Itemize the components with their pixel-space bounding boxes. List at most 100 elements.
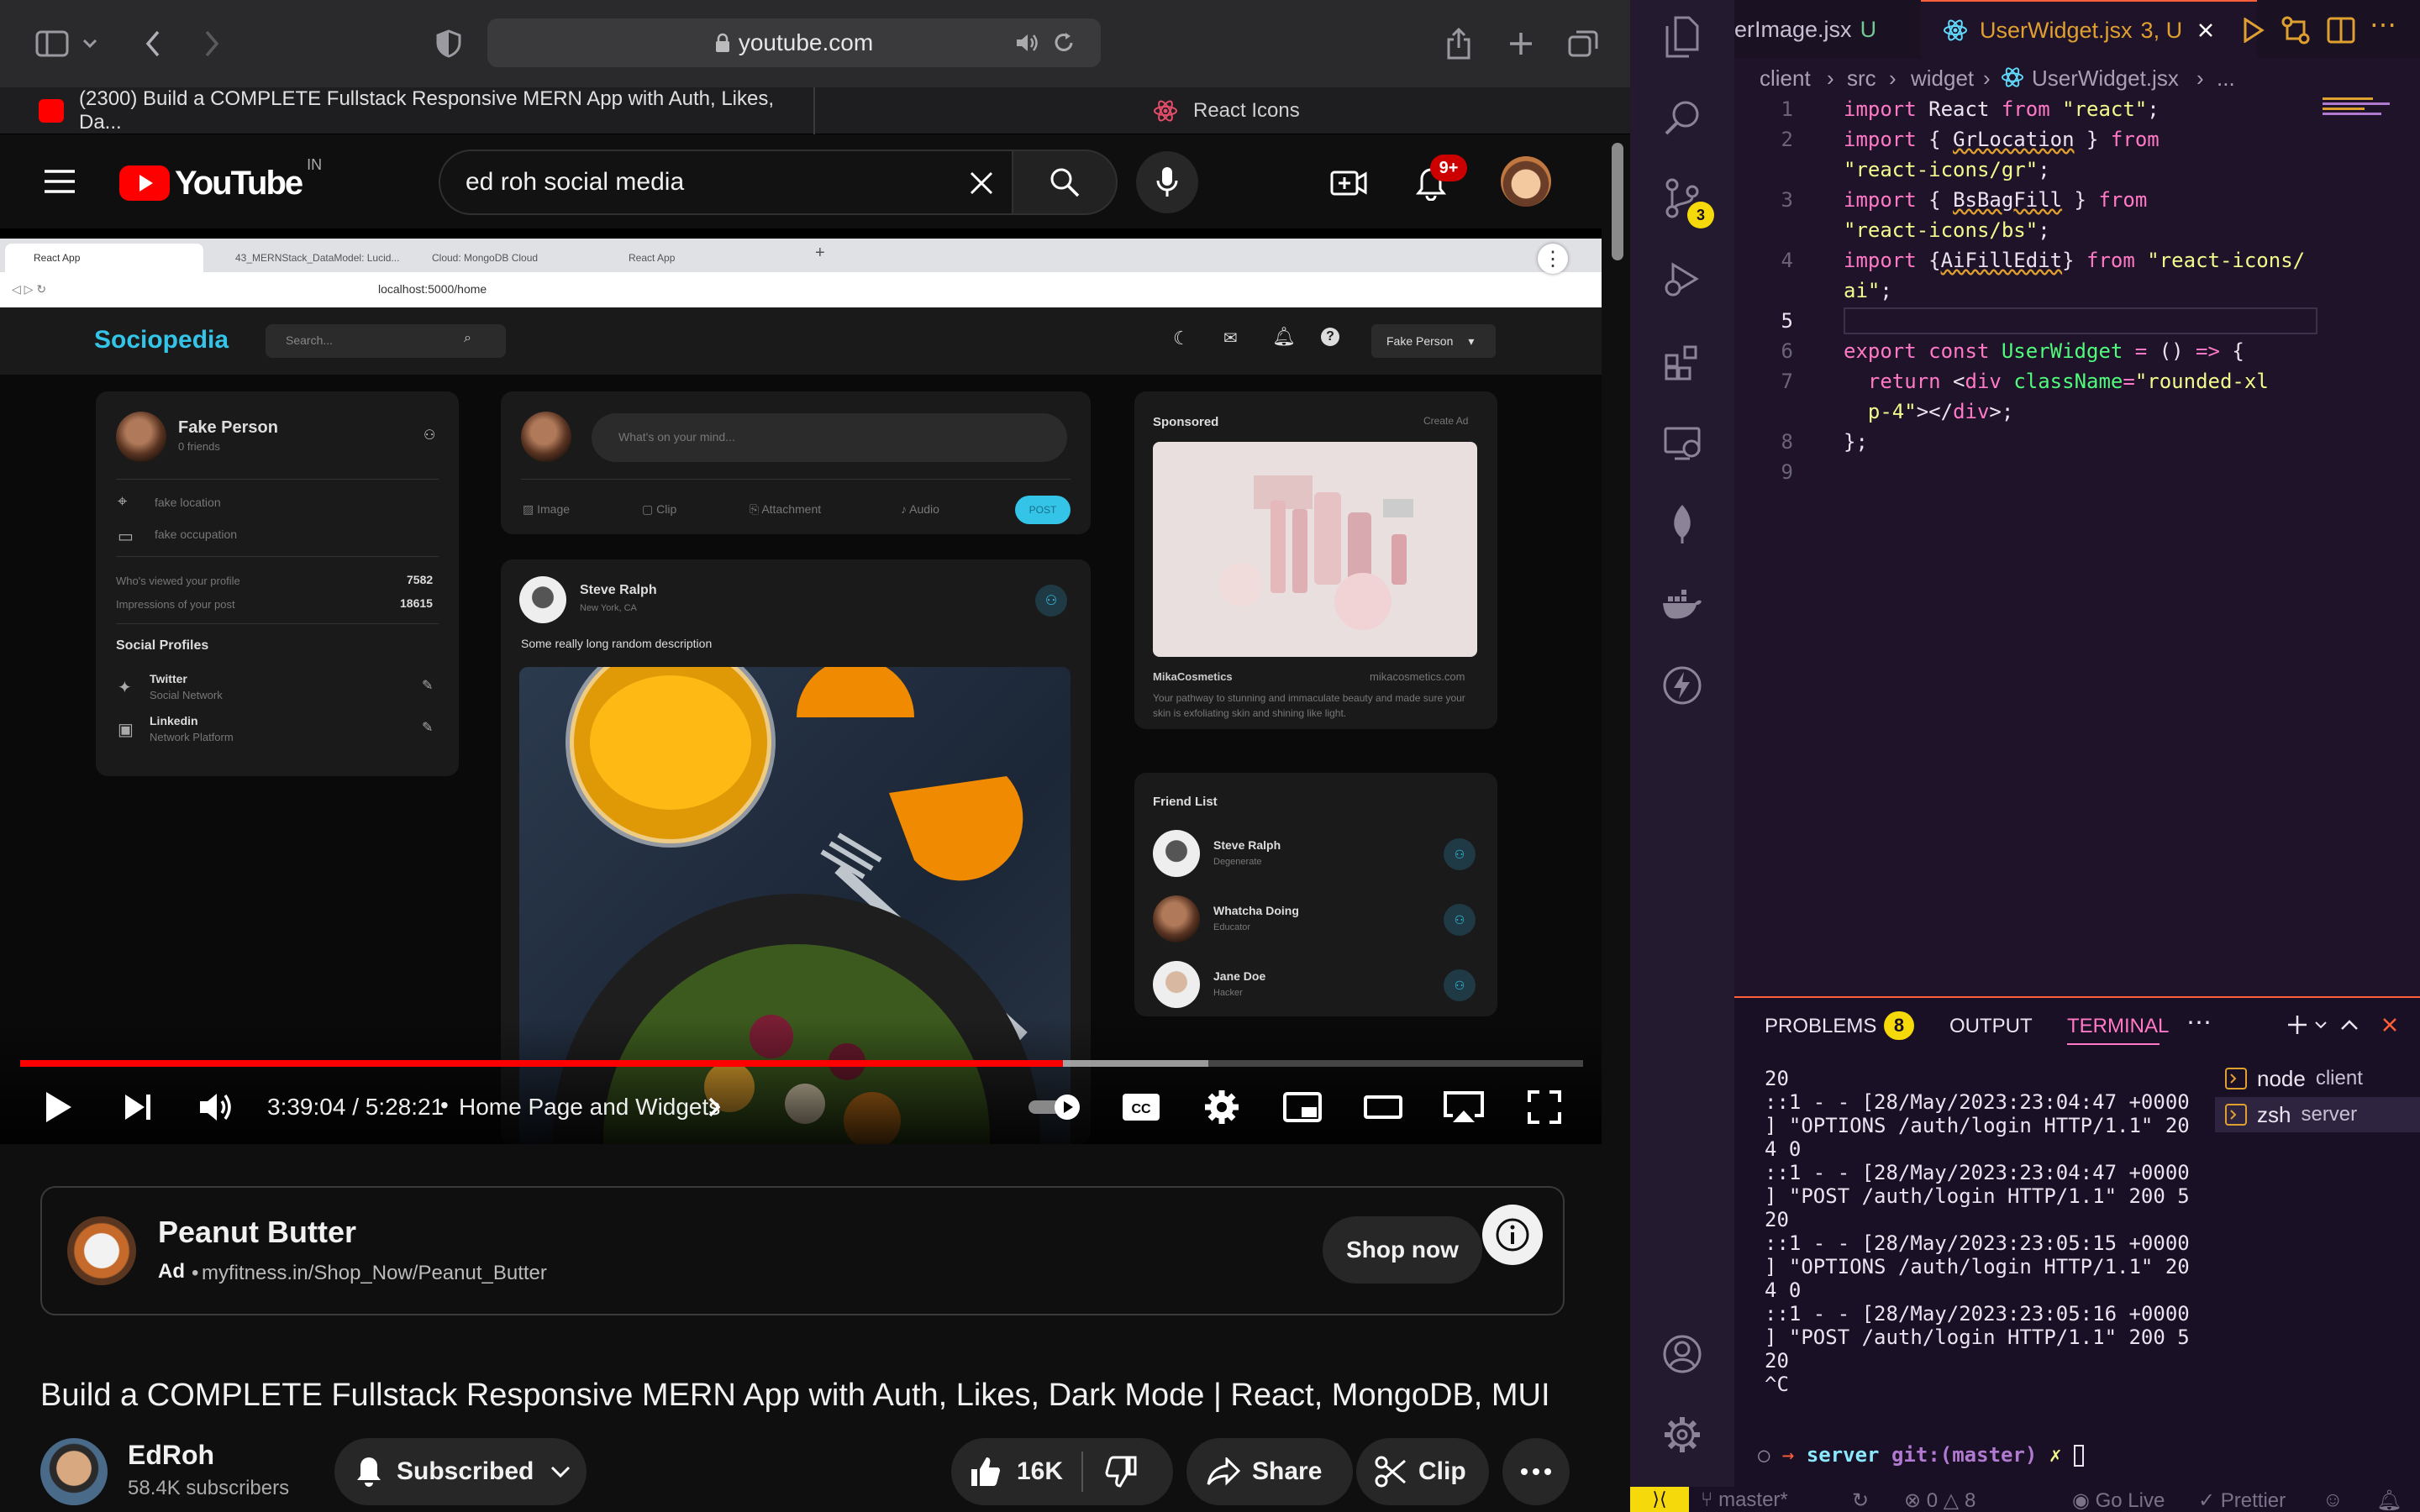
split-editor-icon[interactable] xyxy=(2324,13,2358,47)
panel-more-icon[interactable]: ⋯ xyxy=(2186,1008,2212,1037)
address-bar[interactable]: youtube.com xyxy=(487,18,1101,67)
youtube-logo[interactable]: YouTube IN xyxy=(119,156,322,207)
tab-overview-icon[interactable] xyxy=(1561,22,1605,66)
airplay-icon[interactable] xyxy=(1437,1080,1491,1134)
tab-erimage[interactable]: erImage.jsx U xyxy=(1734,0,1921,59)
feedback-icon[interactable]: ☺ xyxy=(2323,1488,2344,1512)
mongodb-leaf-icon[interactable] xyxy=(1652,494,1712,554)
code-editor[interactable]: 1 import React from "react"; 2 import { … xyxy=(1734,94,2323,564)
search-button[interactable] xyxy=(1012,150,1118,215)
go-live-button[interactable]: ◉ Go Live xyxy=(2072,1488,2165,1512)
run-debug-icon[interactable] xyxy=(1652,249,1712,309)
run-file-icon[interactable] xyxy=(2238,15,2269,45)
chevron-down-icon[interactable] xyxy=(2312,1016,2329,1033)
prettier-status[interactable]: ✓ Prettier xyxy=(2198,1488,2286,1512)
ad-card[interactable]: Peanut Butter Ad • myfitness.in/Shop_Now… xyxy=(40,1186,1565,1315)
tab-youtube[interactable]: (2300) Build a COMPLETE Fullstack Respon… xyxy=(39,87,812,134)
close-panel-icon[interactable] xyxy=(2378,1013,2402,1037)
tab-react-icons[interactable]: React Icons xyxy=(1153,87,1489,134)
fullscreen-icon[interactable] xyxy=(1518,1080,1571,1134)
notifications-icon[interactable]: 🔔︎ xyxy=(2376,1488,2402,1512)
page-scrollbar-thumb[interactable] xyxy=(1612,143,1623,260)
search-input[interactable]: ed roh social media xyxy=(466,168,684,197)
remote-indicator-icon[interactable]: ⟩⟨ xyxy=(1630,1487,1689,1512)
minimap[interactable] xyxy=(2323,94,2403,128)
settings-gear-icon[interactable] xyxy=(1195,1080,1249,1134)
shield-icon[interactable] xyxy=(427,22,471,66)
tab-terminal[interactable]: TERMINAL xyxy=(2067,1015,2169,1038)
code-line: ai"; xyxy=(1844,279,1892,302)
back-icon[interactable] xyxy=(131,22,175,66)
clip-button[interactable]: Clip xyxy=(1356,1438,1489,1505)
more-actions-button[interactable] xyxy=(1502,1438,1570,1505)
extensions-icon[interactable] xyxy=(1652,333,1712,393)
next-video-icon[interactable] xyxy=(111,1080,165,1134)
tab-userwidget[interactable]: UserWidget.jsx 3, U xyxy=(1921,0,2257,59)
app-help-icon: ? xyxy=(1321,328,1339,346)
sidebar-toggle-icon[interactable] xyxy=(30,22,74,66)
ad-title[interactable]: Peanut Butter xyxy=(158,1215,356,1250)
chapter-title[interactable]: Home Page and Widgets xyxy=(459,1094,720,1121)
video-more-options-icon[interactable]: ⋮ xyxy=(1538,244,1568,274)
search-icon[interactable] xyxy=(1652,87,1712,148)
remote-explorer-icon[interactable] xyxy=(1652,413,1712,474)
search-box[interactable]: ed roh social media xyxy=(439,150,1013,215)
voice-search-button[interactable] xyxy=(1136,151,1198,213)
terminal-output[interactable]: 20::1 - - [28/May/2023:23:04:47 +0000] "… xyxy=(1765,1067,2202,1396)
page-scrollbar[interactable] xyxy=(1605,134,1630,1512)
dislike-button[interactable] xyxy=(1105,1455,1139,1488)
share-icon[interactable] xyxy=(1437,22,1481,66)
tab-problems[interactable]: PROBLEMS xyxy=(1765,1015,1876,1038)
clear-search-icon[interactable] xyxy=(966,168,997,198)
docker-icon[interactable] xyxy=(1652,575,1712,635)
subscribed-button[interactable]: Subscribed xyxy=(334,1438,587,1505)
manage-gear-icon[interactable] xyxy=(1652,1404,1712,1465)
chevron-down-icon[interactable] xyxy=(77,22,103,66)
explorer-icon[interactable] xyxy=(1652,7,1712,67)
autoplay-toggle[interactable] xyxy=(1027,1090,1084,1124)
ad-url[interactable]: myfitness.in/Shop_Now/Peanut_Butter xyxy=(202,1262,547,1285)
open-changes-icon[interactable] xyxy=(2279,13,2312,47)
accounts-icon[interactable] xyxy=(1652,1324,1712,1384)
theater-mode-icon[interactable] xyxy=(1356,1080,1410,1134)
share-button[interactable]: Share xyxy=(1186,1438,1353,1505)
play-icon[interactable] xyxy=(32,1080,86,1134)
ad-info-icon[interactable] xyxy=(1482,1205,1543,1265)
speaker-icon[interactable] xyxy=(1013,31,1042,55)
terminal-item-server[interactable]: zsh server xyxy=(2215,1097,2420,1132)
video-player[interactable]: React App 43_MERNStack_DataModel: Lucid.… xyxy=(0,228,1602,1144)
app-edit-icon: ✎ xyxy=(422,679,434,693)
channel-name[interactable]: EdRoh xyxy=(128,1440,214,1471)
terminal-item-client[interactable]: node client xyxy=(2215,1062,2420,1095)
terminal-line: ^C xyxy=(1765,1373,1789,1396)
app-add-friend-icon: ⚇ xyxy=(1035,585,1067,617)
volume-icon[interactable] xyxy=(190,1080,244,1134)
close-tab-icon[interactable] xyxy=(2197,22,2214,39)
like-button[interactable] xyxy=(968,1455,1002,1488)
forward-icon[interactable] xyxy=(190,22,234,66)
shop-now-button[interactable]: Shop now xyxy=(1323,1216,1482,1284)
maximize-panel-icon[interactable] xyxy=(2338,1013,2361,1037)
create-video-icon[interactable] xyxy=(1328,161,1370,203)
miniplayer-icon[interactable] xyxy=(1276,1080,1329,1134)
reload-icon[interactable] xyxy=(1050,30,1077,55)
more-actions-icon[interactable]: ⋯ xyxy=(2370,8,2396,40)
menu-icon[interactable] xyxy=(39,163,81,200)
url-text: youtube.com xyxy=(738,29,874,55)
progress-bar[interactable] xyxy=(20,1060,1583,1067)
captions-icon[interactable]: CC xyxy=(1114,1080,1168,1134)
new-terminal-icon[interactable] xyxy=(2284,1011,2311,1038)
terminal-line: ::1 - - [28/May/2023:23:05:15 +0000 xyxy=(1765,1231,2190,1255)
channel-avatar[interactable] xyxy=(40,1438,108,1505)
problems-status[interactable]: ⊗ 0 △ 8 xyxy=(1904,1488,1975,1512)
thunder-client-icon[interactable] xyxy=(1652,655,1712,716)
sync-icon[interactable]: ↻ xyxy=(1852,1488,1869,1512)
branch-status[interactable]: ⑂ master* xyxy=(1701,1488,1788,1512)
tab-output[interactable]: OUTPUT xyxy=(1949,1015,2033,1038)
chevron-right-icon[interactable] xyxy=(704,1094,724,1121)
tab-label: (2300) Build a COMPLETE Fullstack Respon… xyxy=(79,87,775,134)
new-tab-icon[interactable] xyxy=(1499,22,1543,66)
terminal-prompt[interactable]: ○ → server git:(master) ✗ xyxy=(1758,1443,2084,1467)
code-line: "react-icons/bs"; xyxy=(1844,218,2050,242)
account-avatar[interactable] xyxy=(1501,156,1551,207)
